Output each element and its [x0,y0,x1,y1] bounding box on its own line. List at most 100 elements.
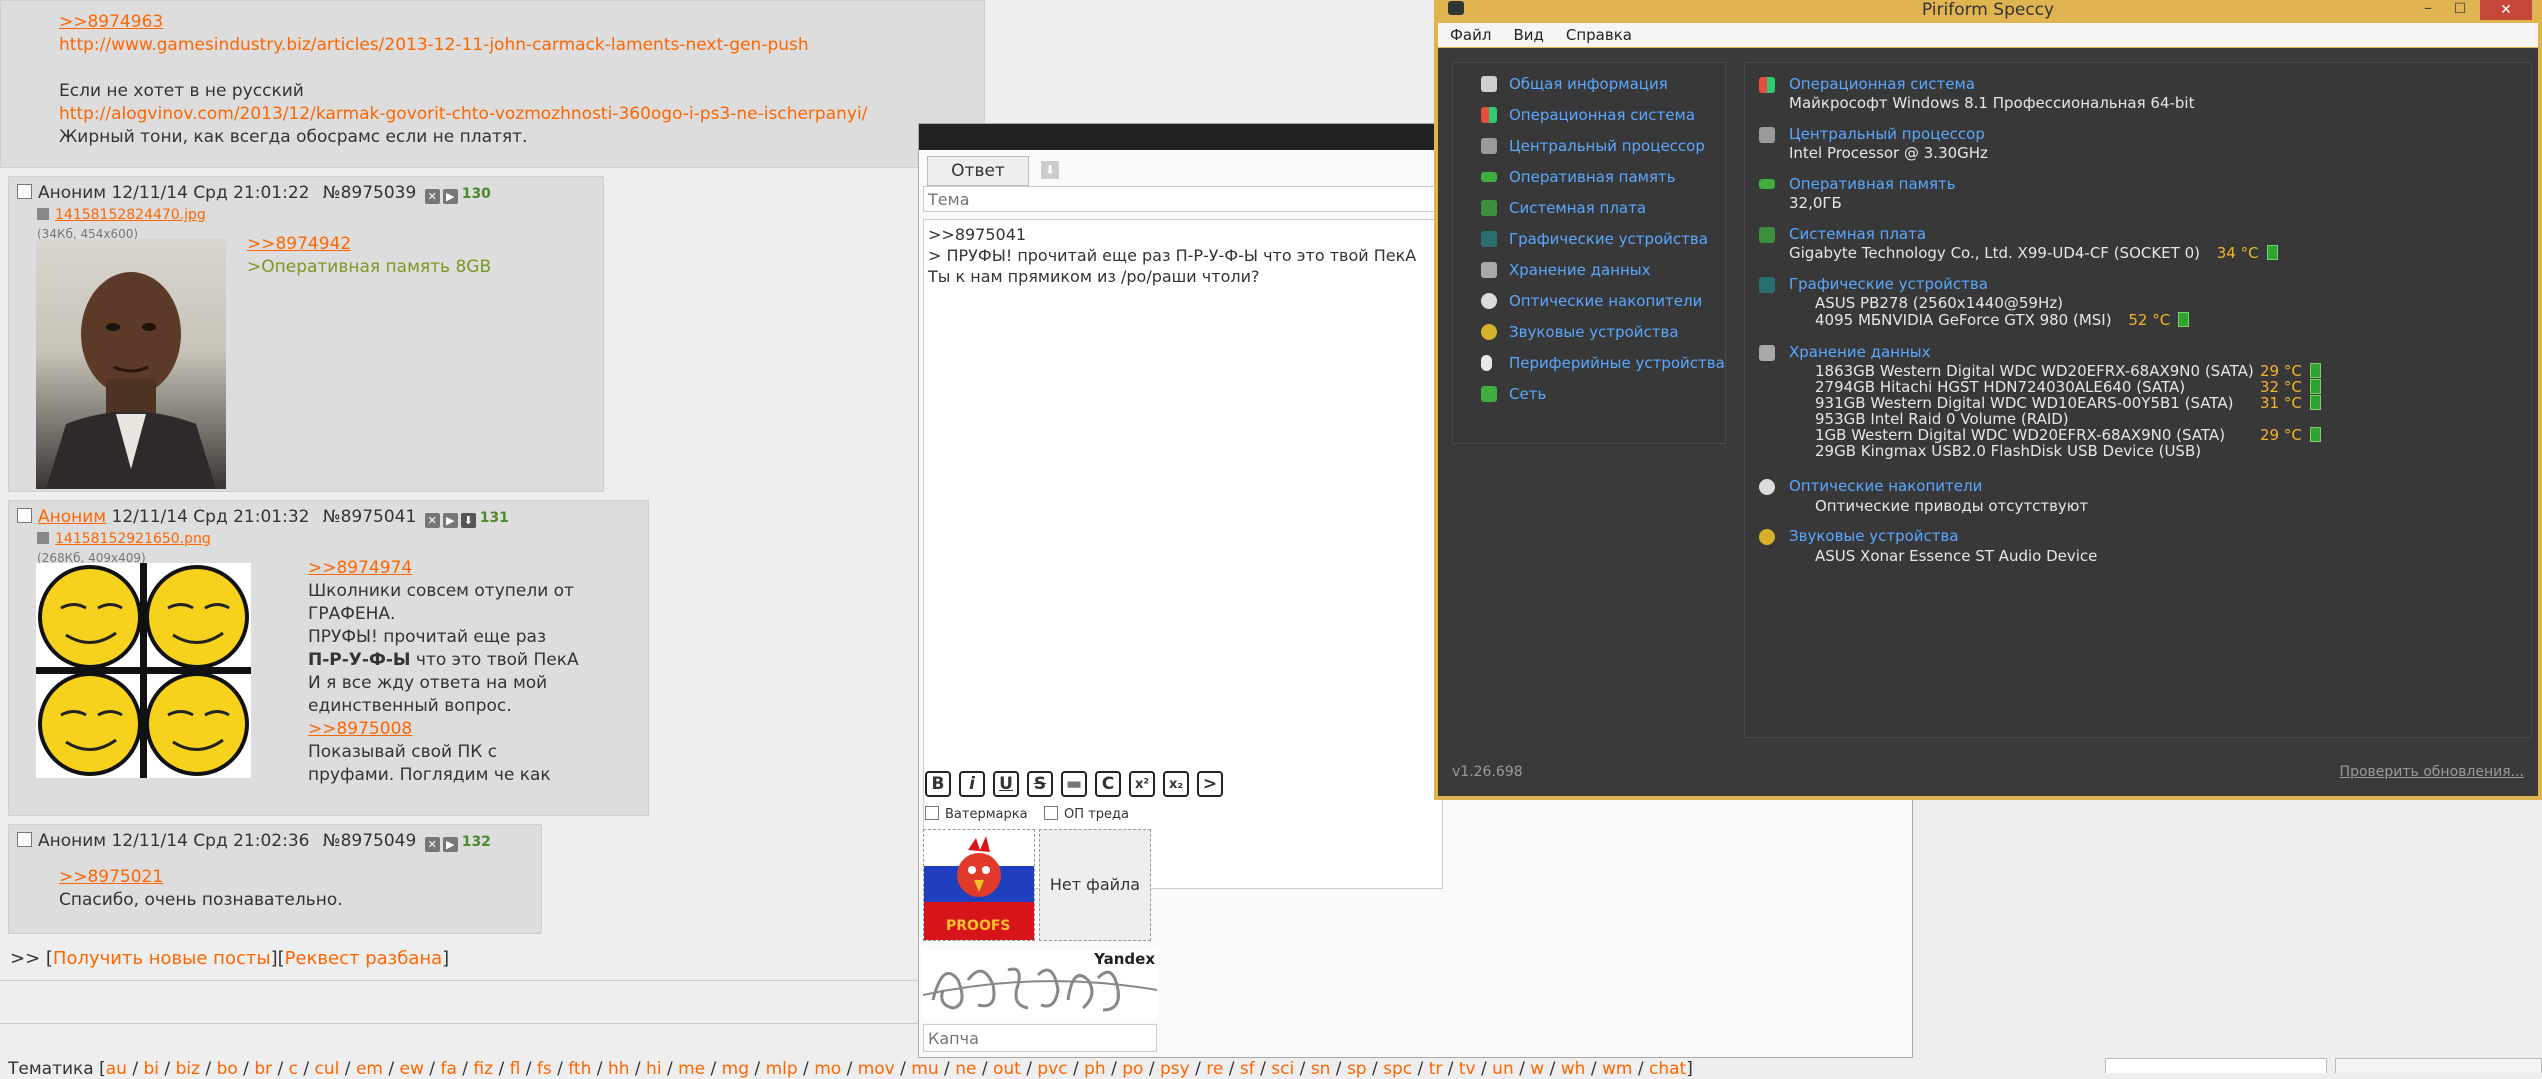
board-link-cul[interactable]: cul [315,1059,340,1079]
minimize-window-icon[interactable]: – [2414,0,2442,20]
board-link-pvc[interactable]: pvc [1037,1059,1067,1079]
maximize-window-icon[interactable]: ☐ [2446,0,2474,20]
download-icon[interactable]: ⬇ [460,513,476,528]
close-icon[interactable]: ✕ [424,189,440,204]
post-image-thumbnail[interactable] [36,239,226,489]
section-audio[interactable]: Звуковые устройства [1789,527,1959,545]
post-reflink[interactable]: >>8975008 [308,718,412,741]
op-link-alogvinov[interactable]: http://alogvinov.com/2013/12/karmak-govo… [59,103,867,126]
captcha-image[interactable]: Yandex [923,950,1157,1020]
section-graphics[interactable]: Графические устройства [1789,275,1988,293]
watermark-option[interactable]: Ватермарка [925,806,1028,822]
board-link-fth[interactable]: fth [568,1059,591,1079]
nav-optical[interactable]: Оптические накопители [1481,292,1702,310]
board-link-fiz[interactable]: fiz [473,1059,493,1079]
post-reflink[interactable]: >>8974974 [308,557,412,580]
board-link-c[interactable]: c [289,1059,298,1079]
board-link-sf[interactable]: sf [1240,1059,1255,1079]
section-os[interactable]: Операционная система [1789,75,1975,93]
op-option[interactable]: ОП треда [1044,806,1129,822]
board-link-br[interactable]: br [254,1059,272,1079]
superscript-button[interactable]: x² [1129,771,1155,797]
nav-os[interactable]: Операционная система [1481,106,1695,124]
board-link-po[interactable]: po [1122,1059,1143,1079]
get-new-posts-link[interactable]: Получить новые посты [53,948,271,969]
quote-button[interactable]: > [1197,771,1223,797]
italic-button[interactable]: i [959,771,985,797]
board-link-sp[interactable]: sp [1347,1059,1367,1079]
board-link-mu[interactable]: mu [911,1059,938,1079]
post-reflink[interactable]: >>8975021 [59,866,163,889]
submit-button[interactable] [2335,1058,2542,1073]
close-icon[interactable]: ✕ [424,837,440,852]
board-link-psy[interactable]: psy [1160,1059,1190,1079]
board-link-mlp[interactable]: mlp [766,1059,798,1079]
board-link-wh[interactable]: wh [1561,1059,1586,1079]
post-checkbox[interactable] [17,508,32,523]
post-reflink[interactable]: >>8974942 [247,233,351,256]
minimize-icon[interactable]: ⬇ [1041,161,1059,179]
board-link-fa[interactable]: fa [440,1059,456,1079]
board-link-mg[interactable]: mg [722,1059,749,1079]
board-link-bo[interactable]: bo [217,1059,238,1079]
section-motherboard[interactable]: Системная плата [1789,225,1926,243]
close-window-icon[interactable]: ✕ [2480,0,2532,20]
subscript-button[interactable]: x₂ [1163,771,1189,797]
nav-ram[interactable]: Оперативная память [1481,168,1676,186]
board-link-wm[interactable]: wm [1602,1059,1632,1079]
nav-cpu[interactable]: Центральный процессор [1481,137,1705,155]
board-link-spc[interactable]: spc [1383,1059,1412,1079]
watermark-checkbox[interactable] [925,806,939,820]
post-checkbox[interactable] [17,832,32,847]
check-updates-link[interactable]: Проверить обновления... [2340,764,2524,780]
board-link-biz[interactable]: biz [176,1059,200,1079]
board-link-fl[interactable]: fl [510,1059,521,1079]
board-link-fs[interactable]: fs [537,1059,552,1079]
close-icon[interactable]: ✕ [424,513,440,528]
board-link-re[interactable]: re [1206,1059,1223,1079]
board-link-ew[interactable]: ew [400,1059,424,1079]
unban-request-link[interactable]: Реквест разбана [285,948,443,969]
board-link-sn[interactable]: sn [1311,1059,1331,1079]
nav-storage[interactable]: Хранение данных [1481,261,1650,279]
nav-peripherals[interactable]: Периферийные устройства [1481,354,1725,372]
board-link-ph[interactable]: ph [1084,1059,1106,1079]
play-icon[interactable]: ▶ [442,189,458,204]
board-link-bi[interactable]: bi [144,1059,160,1079]
code-button[interactable]: C [1095,771,1121,797]
post-checkbox[interactable] [17,184,32,199]
board-link-ne[interactable]: ne [955,1059,976,1079]
play-icon[interactable]: ▶ [442,837,458,852]
op-link-gamesindustry[interactable]: http://www.gamesindustry.biz/articles/20… [59,34,809,57]
nav-network[interactable]: Сеть [1481,385,1546,403]
nav-audio[interactable]: Звуковые устройства [1481,323,1679,341]
post-file-name[interactable]: 14158152824470.jpg [55,207,206,223]
board-link-au[interactable]: au [106,1059,127,1079]
board-link-un[interactable]: un [1492,1059,1514,1079]
board-link-chat[interactable]: chat [1649,1059,1686,1079]
board-link-hh[interactable]: hh [608,1059,630,1079]
board-link-sci[interactable]: sci [1271,1059,1294,1079]
underline-button[interactable]: U [993,771,1019,797]
section-storage[interactable]: Хранение данных [1789,343,1930,361]
board-link-out[interactable]: out [993,1059,1021,1079]
menu-view[interactable]: Вид [1513,26,1543,44]
board-link-em[interactable]: em [356,1059,383,1079]
post-number[interactable]: №8975049 [323,831,416,851]
board-link-mov[interactable]: mov [858,1059,895,1079]
menu-file[interactable]: Файл [1450,26,1491,44]
nav-graphics[interactable]: Графические устройства [1481,230,1708,248]
board-link-mo[interactable]: mo [814,1059,841,1079]
op-checkbox[interactable] [1044,806,1058,820]
post-number[interactable]: №8975039 [323,183,416,203]
nav-summary[interactable]: Общая информация [1481,75,1668,93]
subject-input[interactable] [923,186,1443,212]
section-cpu[interactable]: Центральный процессор [1789,125,1985,143]
board-link-tv[interactable]: tv [1459,1059,1476,1079]
nav-motherboard[interactable]: Системная плата [1481,199,1646,217]
post-file-name[interactable]: 14158152921650.png [55,531,211,547]
strike-button[interactable]: S [1027,771,1053,797]
op-reflink[interactable]: >>8974963 [59,11,163,34]
search-box[interactable] [2105,1058,2327,1073]
menu-help[interactable]: Справка [1566,26,1632,44]
